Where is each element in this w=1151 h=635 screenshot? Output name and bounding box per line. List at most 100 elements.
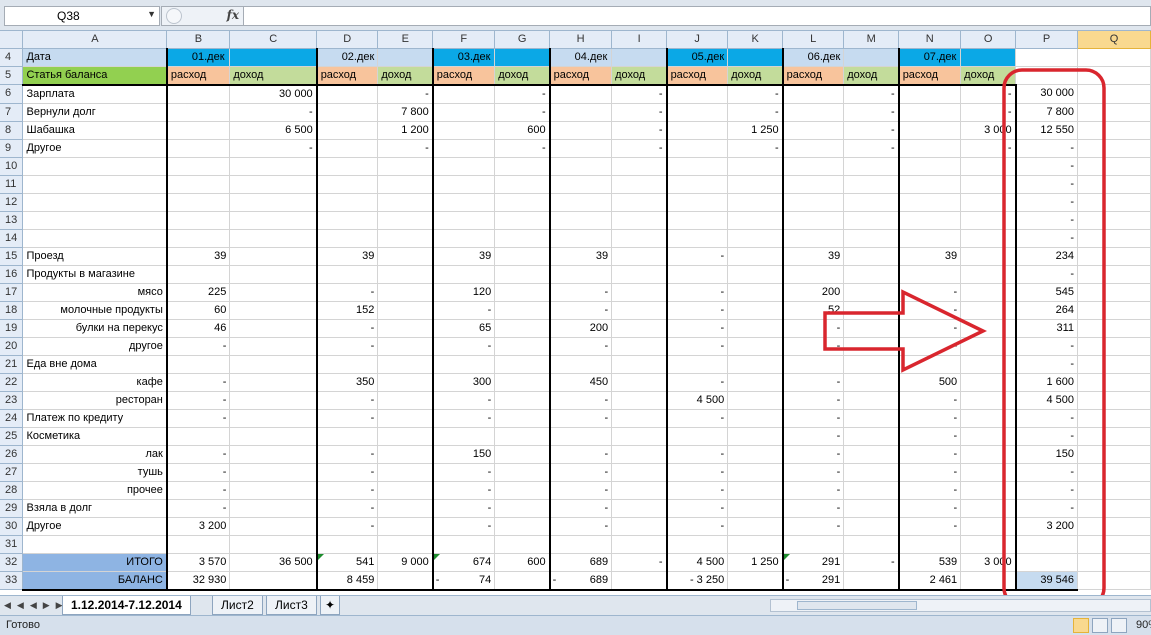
cell-i18[interactable] [611, 301, 668, 320]
cell-m9[interactable]: - [843, 139, 900, 158]
cell-p12[interactable]: - [1014, 193, 1079, 212]
row-header[interactable]: 26 [0, 445, 24, 464]
cell-e5[interactable]: доход [377, 66, 434, 86]
cell-f11[interactable] [431, 175, 496, 194]
cell-g15[interactable] [494, 247, 551, 266]
cell-i5[interactable]: доход [611, 66, 668, 86]
row-header[interactable]: 25 [0, 427, 24, 446]
cell-q27[interactable] [1077, 463, 1151, 482]
cell-f18[interactable]: - [431, 301, 496, 320]
cell-j21[interactable] [665, 355, 729, 374]
cell-n4[interactable]: 07.дек [897, 48, 962, 67]
cell-i8[interactable]: - [611, 121, 668, 140]
cell-b30[interactable]: 3 200 [165, 517, 231, 536]
cell-d22[interactable]: 350 [315, 373, 379, 392]
cell-q18[interactable] [1077, 301, 1151, 320]
cell-e7[interactable]: 7 800 [377, 103, 434, 122]
cell-c26[interactable] [229, 445, 318, 464]
tab-sheet-2[interactable]: Лист2 [212, 596, 263, 615]
cell-i28[interactable] [611, 481, 668, 500]
cell-b25[interactable] [165, 427, 231, 446]
cell-n6[interactable] [897, 84, 962, 104]
cell-f26[interactable]: 150 [431, 445, 496, 464]
cell-n25[interactable]: - [897, 427, 962, 446]
cell-o12[interactable] [960, 193, 1017, 212]
cell-j26[interactable]: - [665, 445, 729, 464]
row-header[interactable]: 29 [0, 499, 24, 518]
cell-a12[interactable] [22, 193, 168, 212]
cell-h30[interactable]: - [548, 517, 613, 536]
cell-l9[interactable] [781, 139, 845, 158]
cell-b6[interactable] [165, 84, 231, 104]
cell-e25[interactable] [377, 427, 434, 446]
cell-h32[interactable]: 689 [548, 553, 613, 572]
cell-d33[interactable]: 8 459 [315, 571, 379, 591]
cell-a30[interactable]: Другое [22, 517, 168, 536]
cell-q33[interactable] [1077, 571, 1151, 590]
cell-l22[interactable]: - [781, 373, 845, 392]
cell-q10[interactable] [1077, 157, 1151, 176]
row-header[interactable]: 4 [0, 48, 24, 67]
cell-q5[interactable] [1077, 66, 1151, 85]
cell-h8[interactable] [548, 121, 613, 140]
cell-m7[interactable]: - [843, 103, 900, 122]
cell-j30[interactable]: - [665, 517, 729, 536]
cell-p30[interactable]: 3 200 [1014, 517, 1079, 536]
cell-g16[interactable] [494, 265, 551, 284]
cell-k25[interactable] [727, 427, 784, 446]
cell-d21[interactable] [315, 355, 379, 374]
cell-o28[interactable] [960, 481, 1017, 500]
cell-f17[interactable]: 120 [431, 283, 496, 302]
cell-b17[interactable]: 225 [165, 283, 231, 302]
cell-j28[interactable]: - [665, 481, 729, 500]
cell-j20[interactable]: - [665, 337, 729, 356]
cell-c6[interactable]: 30 000 [229, 84, 318, 104]
cell-e23[interactable] [377, 391, 434, 410]
cell-l17[interactable]: 200 [781, 283, 845, 302]
cell-c22[interactable] [229, 373, 318, 392]
cell-j23[interactable]: 4 500 [665, 391, 729, 410]
cell-n32[interactable]: 539 [897, 553, 962, 572]
cell-p29[interactable]: - [1014, 499, 1079, 518]
row-header[interactable]: 16 [0, 265, 24, 284]
cell-i27[interactable] [611, 463, 668, 482]
cell-a33[interactable]: БАЛАНС [22, 571, 168, 591]
cell-h18[interactable]: - [548, 301, 613, 320]
cell-m24[interactable] [843, 409, 900, 428]
cell-a18[interactable]: молочные продукты [22, 301, 168, 320]
cell-f20[interactable]: - [431, 337, 496, 356]
cell-o5[interactable]: доход [960, 66, 1017, 86]
cell-j7[interactable] [665, 103, 729, 122]
cell-o10[interactable] [960, 157, 1017, 176]
cell-b23[interactable]: - [165, 391, 231, 410]
row-header[interactable]: 12 [0, 193, 24, 212]
cell-i22[interactable] [611, 373, 668, 392]
insert-sheet-icon[interactable]: ✦ [320, 596, 340, 615]
cell-a4[interactable]: Дата [22, 48, 168, 67]
cell-q16[interactable] [1077, 265, 1151, 284]
cell-j33[interactable]: - 3 250 [665, 571, 729, 591]
cell-p26[interactable]: 150 [1014, 445, 1079, 464]
cell-p14[interactable]: - [1014, 229, 1079, 248]
cell-d11[interactable] [315, 175, 379, 194]
cell-a25[interactable]: Косметика [22, 427, 168, 446]
cell-g25[interactable] [494, 427, 551, 446]
cell-e12[interactable] [377, 193, 434, 212]
cell-m21[interactable] [843, 355, 900, 374]
cell-f14[interactable] [431, 229, 496, 248]
cell-h29[interactable]: - [548, 499, 613, 518]
cell-g4[interactable] [494, 48, 551, 67]
cell-k18[interactable] [727, 301, 784, 320]
cell-i10[interactable] [611, 157, 668, 176]
cell-k22[interactable] [727, 373, 784, 392]
cell-c21[interactable] [229, 355, 318, 374]
cell-e20[interactable] [377, 337, 434, 356]
cell-p15[interactable]: 234 [1014, 247, 1079, 266]
row-header[interactable]: 5 [0, 66, 24, 85]
cell-a16[interactable]: Продукты в магазине [22, 265, 168, 284]
cell-k23[interactable] [727, 391, 784, 410]
cell-e31[interactable] [377, 535, 434, 554]
cell-f32[interactable]: 674 [431, 553, 496, 572]
column-header-a[interactable]: A [22, 31, 168, 49]
cell-k26[interactable] [727, 445, 784, 464]
